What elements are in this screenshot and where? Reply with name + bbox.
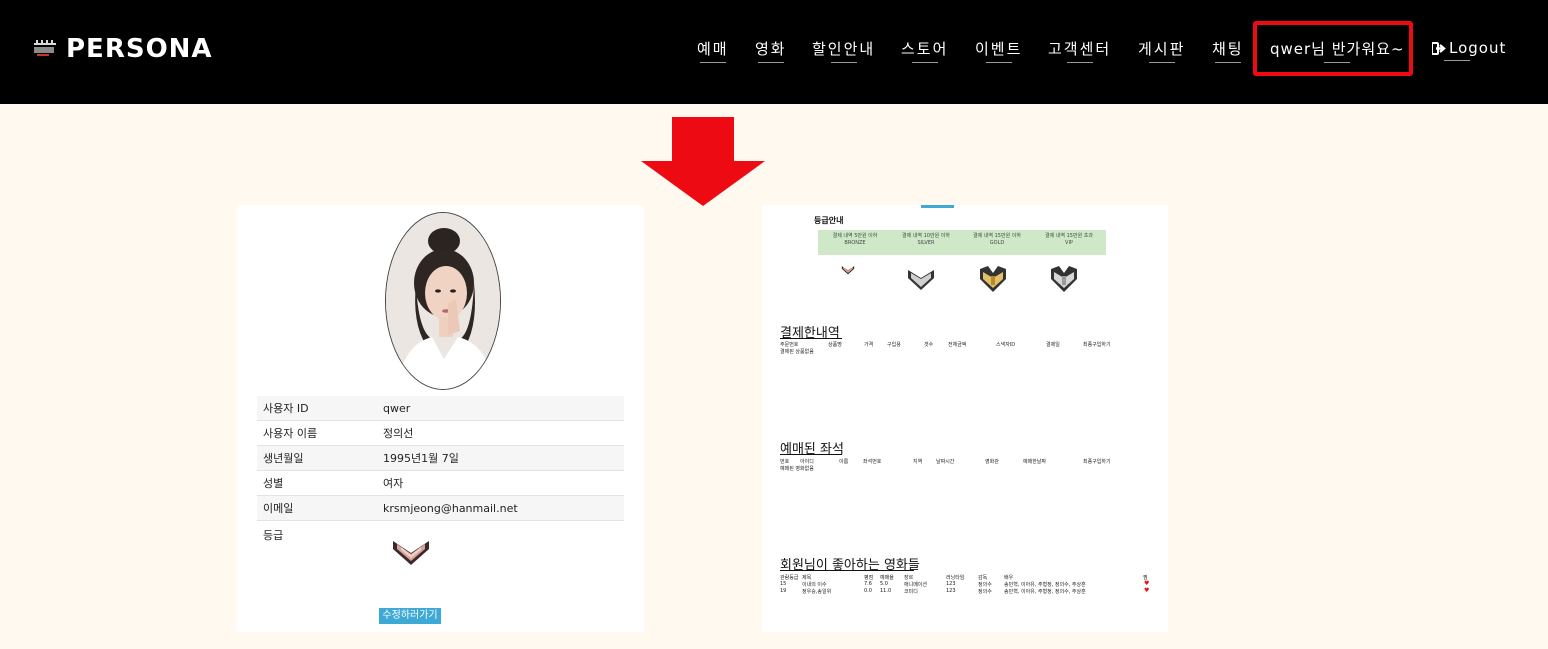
nav-item-discounts[interactable]: 할인안내: [812, 38, 875, 63]
grade-tier-silver: 결제 내역 10만원 이하 SILVER: [889, 230, 963, 255]
mypage-panel: 등급안내 결제 내역 5만원 이하 BRONZE 결제 내역 10만원 이하 SIL…: [762, 205, 1168, 632]
red-down-arrow-icon: [641, 117, 765, 206]
bronze-medal-icon: [841, 266, 855, 275]
bronze-medal-icon: [393, 541, 429, 565]
logout-underline: [1444, 60, 1470, 61]
profile-panel: 사용자 ID qwer 사용자 이름 정의선 생년월일 1995년1월 7일 성별 여자…: [237, 205, 644, 632]
profile-row-grade: 등급: [257, 521, 624, 581]
logout-link[interactable]: Logout: [1432, 39, 1506, 57]
profile-photo: [385, 212, 501, 390]
nav-item-reservation[interactable]: 예매: [697, 38, 729, 63]
grade-tier-vip: 결제 내역 15만원 초과 VIP: [1032, 230, 1106, 255]
liked-heart-icon[interactable]: ♥: [1144, 580, 1149, 587]
silver-medal-icon: [908, 270, 934, 290]
film-logo-icon: [34, 40, 56, 58]
grade-guide-title: 등급안내: [814, 216, 844, 225]
top-navbar: PERSONA 예매 영화 할인안내 스토어 이벤트 고객센터 게시판 채팅 q…: [0, 0, 1548, 104]
nav-item-board[interactable]: 게시판: [1138, 38, 1185, 63]
brand-title: PERSONA: [66, 34, 213, 64]
payments-title-underline: [780, 338, 842, 339]
gold-medal-icon: [980, 266, 1006, 292]
edit-profile-button[interactable]: 수정하러가기: [379, 608, 441, 624]
liked-title-underline: [780, 570, 914, 571]
profile-info-table: 사용자 ID qwer 사용자 이름 정의선 생년월일 1995년1월 7일 성별 여자…: [257, 396, 624, 581]
highlight-box: [1253, 21, 1413, 76]
logout-icon: [1432, 41, 1446, 55]
profile-row-gender: 성별 여자: [257, 471, 624, 496]
profile-row-name: 사용자 이름 정의선: [257, 421, 624, 446]
grade-tier-bronze: 결제 내역 5만원 이하 BRONZE: [818, 230, 892, 255]
nav-item-store[interactable]: 스토어: [901, 38, 948, 63]
profile-row-birth: 생년월일 1995년1월 7일: [257, 446, 624, 471]
nav-item-support[interactable]: 고객센터: [1048, 38, 1111, 63]
profile-row-id: 사용자 ID qwer: [257, 396, 624, 421]
top-accent-bar: [921, 205, 954, 208]
profile-row-email: 이메일 krsmjeong@hanmail.net: [257, 496, 624, 521]
vip-medal-icon: [1051, 266, 1077, 292]
nav-item-chat[interactable]: 채팅: [1212, 38, 1244, 63]
brand[interactable]: PERSONA: [34, 34, 213, 64]
nav-item-events[interactable]: 이벤트: [975, 38, 1022, 63]
liked-heart-icon[interactable]: ♥: [1144, 587, 1149, 594]
nav-item-movies[interactable]: 영화: [755, 38, 787, 63]
reserved-title-underline: [780, 454, 842, 455]
grade-tier-gold: 결제 내역 15만원 이하 GOLD: [960, 230, 1034, 255]
